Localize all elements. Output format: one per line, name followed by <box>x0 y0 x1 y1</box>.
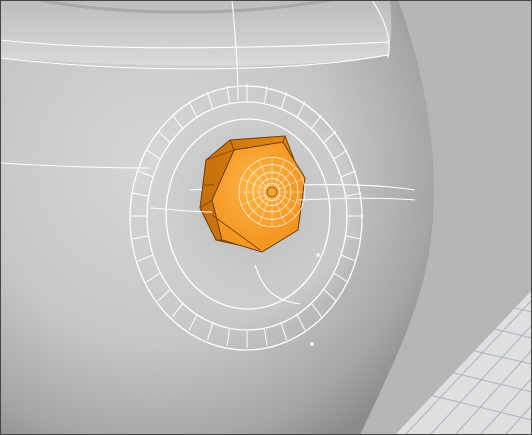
hex-nut[interactable] <box>199 135 306 253</box>
pot-rim-band <box>0 0 392 66</box>
viewport-canvas[interactable] <box>0 0 532 435</box>
nut-center <box>266 186 278 198</box>
3d-viewport[interactable] <box>0 0 532 435</box>
